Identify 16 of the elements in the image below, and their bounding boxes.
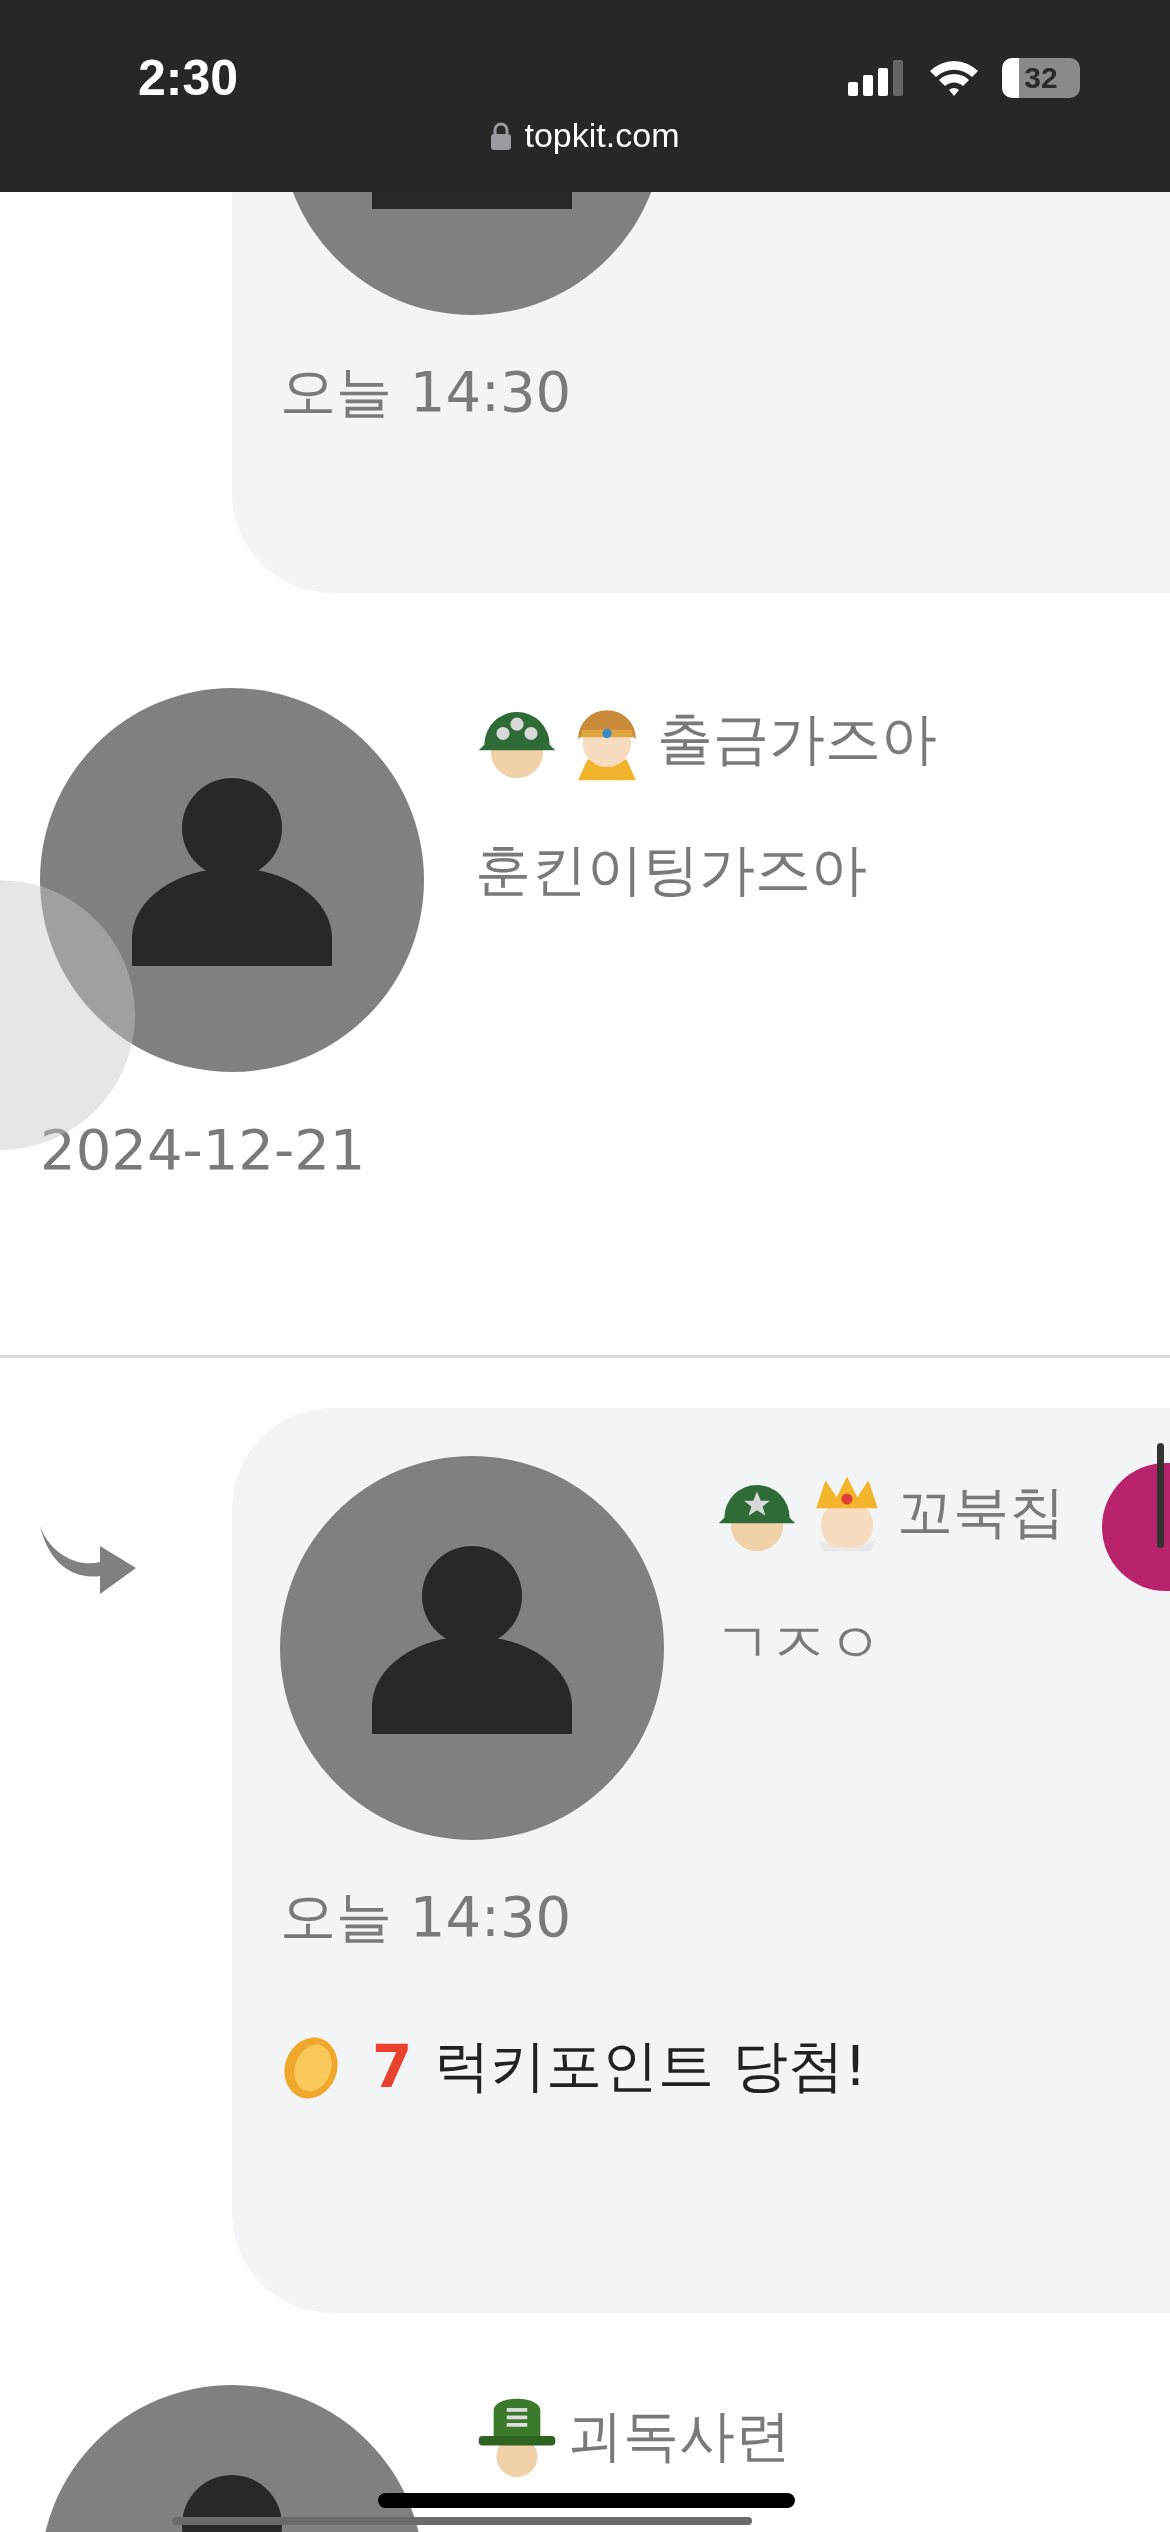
comment-time: 오늘 14:30 xyxy=(280,358,573,426)
address-bar[interactable]: topkit.com xyxy=(455,116,715,155)
lock-icon xyxy=(490,121,511,150)
battery-indicator: 32 xyxy=(1002,58,1080,98)
comment-text: 훈킨이팅가즈아 xyxy=(475,836,868,904)
comment-date: 2024-12-21 xyxy=(40,1116,367,1184)
points-value: 7 xyxy=(372,2033,413,2101)
comment-text: ㄱㅈㅇ xyxy=(715,1609,884,1677)
lucky-points-label: 럭키포인트 당첨! xyxy=(434,2032,867,2100)
username[interactable]: 괴독사련 xyxy=(567,2399,791,2475)
username[interactable]: 출금가즈아 xyxy=(657,702,937,778)
comment-time: 오늘 14:30 xyxy=(280,1883,573,1951)
username[interactable]: 꼬북칩 xyxy=(897,1475,1065,1551)
signal-icon xyxy=(848,60,906,96)
wifi-icon xyxy=(928,59,980,97)
clock: 2:30 xyxy=(138,49,239,107)
